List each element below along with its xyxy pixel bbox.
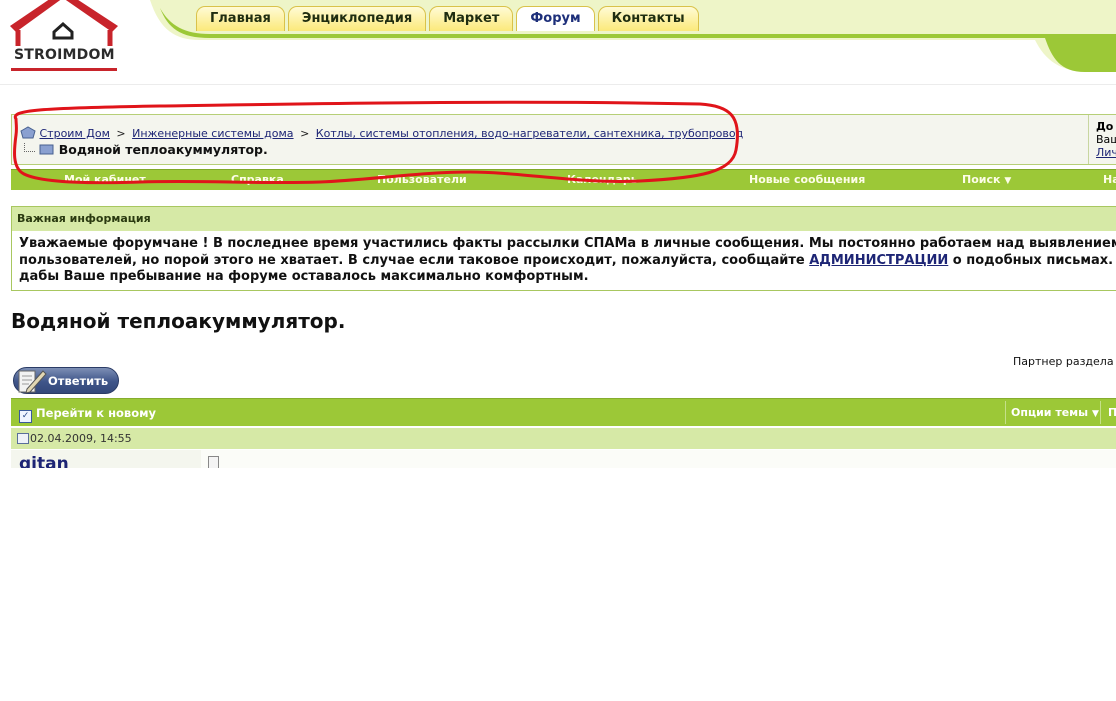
section-partner-label: Партнер раздела — [1013, 355, 1114, 368]
reply-button[interactable]: Ответить — [13, 367, 119, 394]
post-date: 02.04.2009, 14:55 — [30, 432, 132, 445]
thread-options-menu[interactable]: Опции темы ▼ — [1011, 406, 1099, 419]
nav-calendar[interactable]: Календарь — [567, 173, 638, 186]
welcome-link[interactable]: Лич — [1096, 146, 1116, 159]
chevron-down-icon: ▼ — [1091, 409, 1099, 419]
nav-search[interactable]: Поиск ▼ — [962, 173, 1011, 186]
nav-users[interactable]: Пользователи — [377, 173, 467, 186]
header-divider — [0, 84, 1116, 85]
nav-search-label: Поиск — [962, 173, 1001, 186]
page-title: Водяной теплоакуммулятор. — [11, 309, 346, 333]
checkbox-arrow-icon: ✓ — [19, 410, 32, 423]
post-date-bar: 02.04.2009, 14:55 — [11, 428, 1116, 449]
notice-line-3: дабы Ваше пребывание на форуме оставалос… — [19, 269, 589, 284]
notice-text: Уважаемые форумчане ! В последнее время … — [19, 236, 1116, 286]
red-annotation-loop — [12, 100, 739, 185]
welcome-greeting: До — [1096, 120, 1114, 133]
pencil-paper-icon — [17, 367, 47, 399]
post-content-panel — [201, 450, 1116, 468]
notice-box: Важная информация Уважаемые форумчане ! … — [11, 206, 1116, 291]
thread-more-menu[interactable]: П — [1108, 406, 1116, 419]
tab-home[interactable]: Главная — [196, 6, 285, 31]
notice-line-1: Уважаемые форумчане ! В последнее время … — [19, 236, 1116, 251]
post-icon — [208, 456, 219, 468]
nav-more[interactable]: На — [1103, 173, 1116, 186]
post-username[interactable]: gitan — [19, 454, 69, 468]
breadcrumb-separator: > — [300, 127, 310, 140]
forum-home-icon[interactable] — [20, 126, 36, 142]
goto-new-label: Перейти к новому — [36, 406, 156, 420]
breadcrumb-link-engineering[interactable]: Инженерные системы дома — [132, 127, 293, 140]
breadcrumb-separator: > — [116, 127, 126, 140]
nav-my-cabinet[interactable]: Мой кабинет — [64, 173, 146, 186]
post-status-icon — [17, 433, 29, 444]
post-author-panel: gitan — [11, 450, 202, 468]
goto-new-link[interactable]: ✓ Перейти к новому — [19, 406, 156, 423]
thread-folder-icon — [39, 143, 54, 158]
tree-branch-icon — [24, 143, 35, 152]
toolbar-separator — [1005, 401, 1006, 424]
breadcrumb: Строим Дом > Инженерные системы дома > К… — [20, 126, 743, 142]
notice-title: Важная информация — [12, 207, 1116, 231]
notice-line-2b: о подобных письмах. М — [948, 252, 1116, 268]
breadcrumb-link-boilers[interactable]: Котлы, системы отопления, водо-нагревате… — [316, 127, 743, 140]
welcome-panel: До Ваш Лич — [1088, 115, 1116, 164]
main-tabs: Главная Энциклопедия Маркет Форум Контак… — [196, 6, 699, 31]
thread-options-label: Опции темы — [1011, 406, 1089, 419]
tab-encyclopedia[interactable]: Энциклопедия — [287, 6, 427, 31]
reply-button-label: Ответить — [48, 374, 109, 388]
nav-help[interactable]: Справка — [231, 173, 284, 186]
toolbar-separator — [1100, 401, 1101, 424]
notice-admin-link[interactable]: АДМИНИСТРАЦИИ — [809, 253, 948, 268]
notice-line-2a: пользователей, но порой этого не хватает… — [19, 252, 810, 268]
site-logo[interactable]: STROIMDOM — [8, 0, 120, 78]
nav-new-posts[interactable]: Новые сообщения — [749, 173, 865, 186]
logo-house-icon — [10, 0, 118, 71]
breadcrumb-current-title: Водяной теплоакуммулятор. — [58, 142, 268, 157]
forum-navbar: Мой кабинет Справка Пользователи Календа… — [11, 169, 1116, 190]
chevron-down-icon: ▼ — [1004, 176, 1012, 186]
logo-text: STROIMDOM — [14, 47, 115, 63]
welcome-text: Ваш — [1096, 133, 1116, 146]
tab-forum[interactable]: Форум — [516, 6, 595, 31]
tab-contacts[interactable]: Контакты — [597, 6, 699, 31]
thread-toolbar: ✓ Перейти к новому Опции темы ▼ П — [11, 398, 1116, 426]
breadcrumb-current: Водяной теплоакуммулятор. — [24, 142, 268, 158]
tab-market[interactable]: Маркет — [429, 6, 514, 31]
breadcrumb-link-home[interactable]: Строим Дом — [40, 127, 110, 140]
